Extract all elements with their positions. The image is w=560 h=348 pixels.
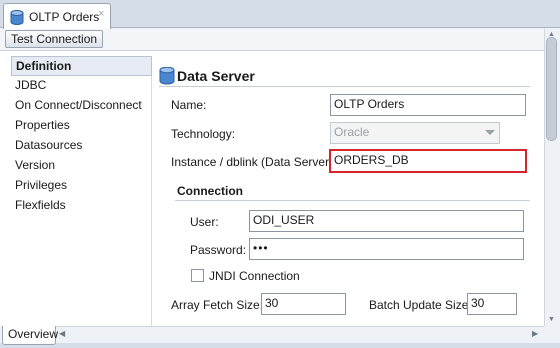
batch-update-size-field[interactable]: 30: [467, 293, 517, 315]
chevron-down-icon: [485, 130, 495, 135]
nav-item-version[interactable]: Version: [11, 156, 152, 176]
scroll-left-icon[interactable]: ◀: [59, 329, 65, 338]
scroll-right-icon[interactable]: ▶: [532, 329, 538, 338]
section-nav: Definition JDBC On Connect/Disconnect Pr…: [11, 56, 152, 326]
instance-label: Instance / dblink (Data Server):: [171, 155, 337, 169]
editor-tab-oltp-orders[interactable]: OLTP Orders ×: [3, 3, 111, 29]
user-field[interactable]: ODI_USER: [249, 210, 524, 232]
nav-item-jdbc[interactable]: JDBC: [11, 76, 152, 96]
tab-overview[interactable]: Overview: [2, 326, 58, 345]
horizontal-scrollbar[interactable]: [55, 326, 544, 342]
connection-group-title: Connection: [177, 184, 243, 198]
database-icon: [159, 66, 175, 88]
nav-item-privileges[interactable]: Privileges: [11, 176, 152, 196]
technology-label: Technology:: [171, 127, 236, 141]
tab-title: OLTP Orders: [29, 10, 100, 24]
password-field[interactable]: •••: [249, 238, 524, 260]
technology-select[interactable]: Oracle: [330, 122, 500, 144]
jndi-label: JNDI Connection: [209, 269, 300, 283]
array-fetch-size-field[interactable]: 30: [261, 293, 346, 315]
test-connection-button[interactable]: Test Connection: [5, 30, 104, 48]
name-field[interactable]: OLTP Orders: [330, 94, 526, 116]
nav-item-properties[interactable]: Properties: [11, 116, 152, 136]
password-label: Password:: [190, 243, 247, 257]
array-fetch-size-label: Array Fetch Size:: [171, 298, 264, 312]
name-label: Name:: [171, 98, 207, 112]
batch-update-size-label: Batch Update Size:: [369, 298, 472, 312]
connection-divider: [175, 200, 530, 201]
section-divider: [159, 86, 530, 87]
database-icon: [10, 10, 24, 29]
nav-item-on-connect-disconnect[interactable]: On Connect/Disconnect: [11, 96, 152, 116]
nav-item-datasources[interactable]: Datasources: [11, 136, 152, 156]
user-label: User:: [190, 215, 219, 229]
close-icon[interactable]: ×: [98, 8, 104, 20]
section-title-data-server: Data Server: [177, 68, 255, 84]
scroll-down-icon[interactable]: ▼: [548, 316, 555, 323]
instance-field[interactable]: ORDERS_DB: [329, 149, 527, 173]
bottom-tab-strip: [0, 343, 560, 348]
vertical-scroll-thumb[interactable]: [546, 37, 557, 141]
technology-value: Oracle: [334, 125, 370, 139]
nav-item-flexfields[interactable]: Flexfields: [11, 196, 152, 216]
nav-item-definition[interactable]: Definition: [11, 56, 152, 76]
jndi-checkbox[interactable]: [191, 269, 204, 282]
